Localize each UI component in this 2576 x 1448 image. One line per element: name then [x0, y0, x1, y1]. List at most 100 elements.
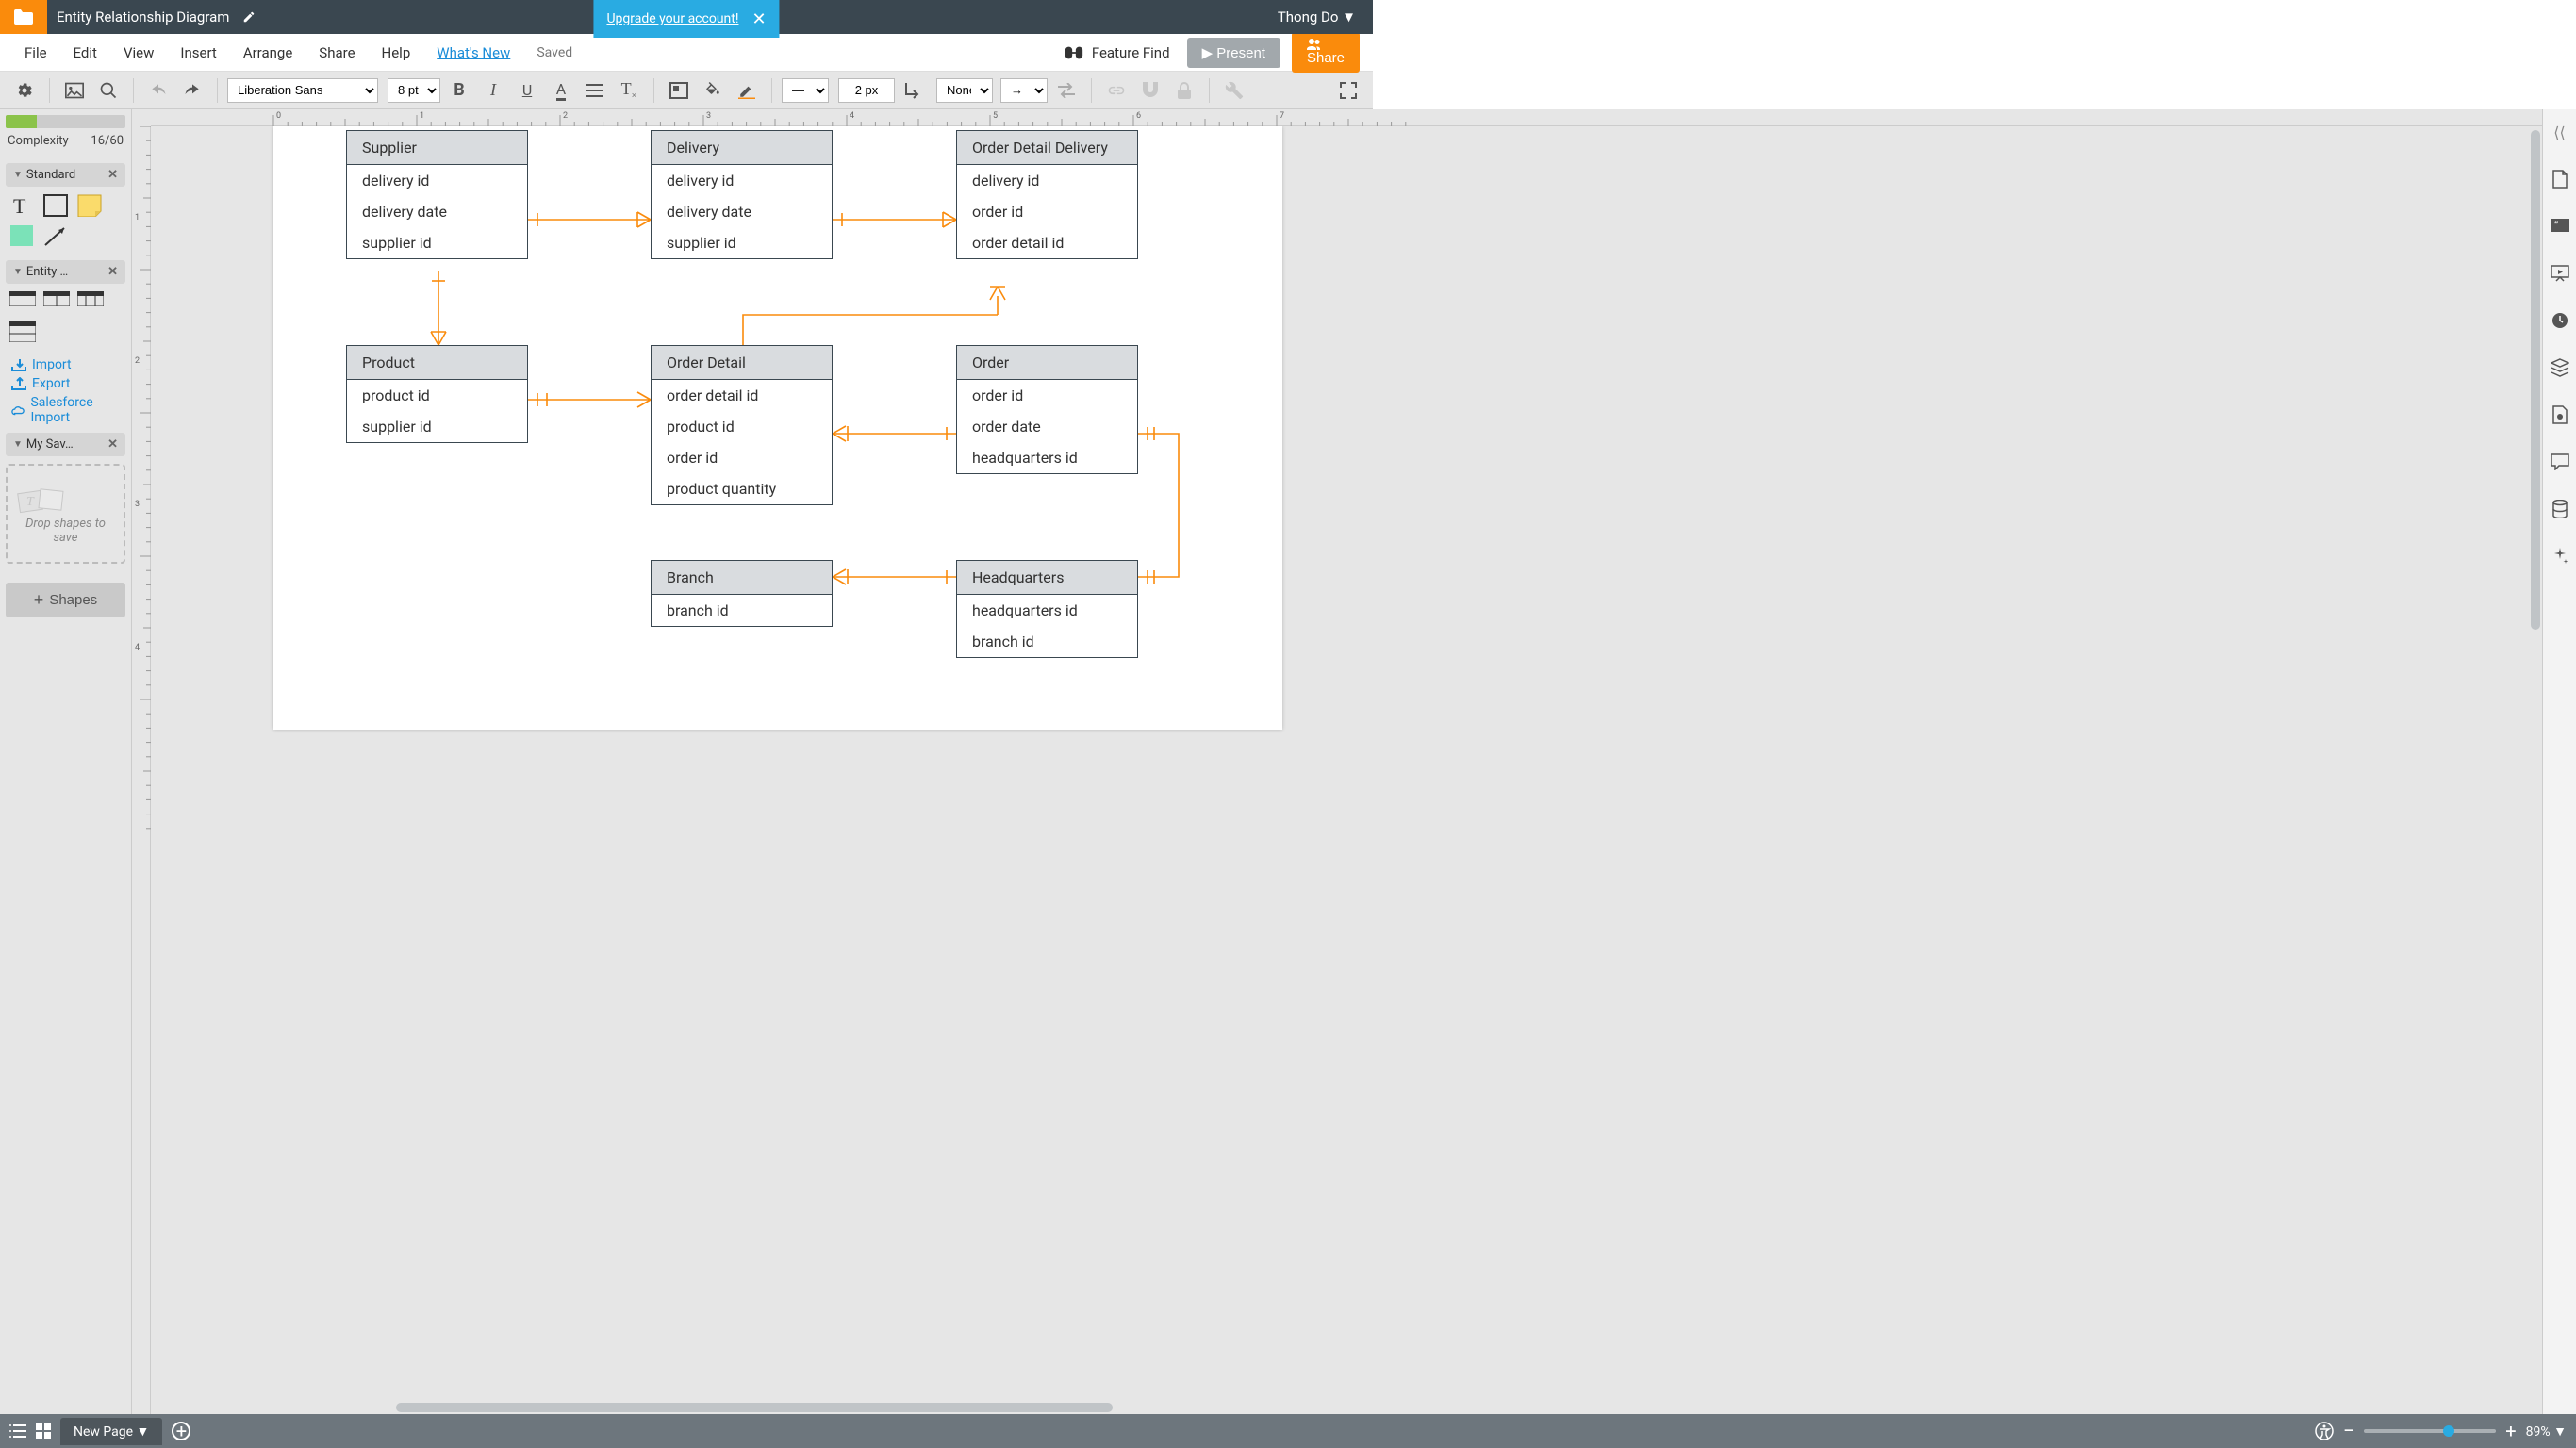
- redo-icon[interactable]: [177, 75, 207, 106]
- entity-field[interactable]: headquarters id: [957, 442, 1137, 473]
- menu-insert[interactable]: Insert: [169, 41, 227, 65]
- scrollbar-vertical[interactable]: [2531, 130, 2540, 630]
- search-icon[interactable]: [93, 75, 124, 106]
- document-title[interactable]: Entity Relationship Diagram: [47, 8, 239, 25]
- page-surface[interactable]: Supplier delivery id delivery date suppl…: [273, 126, 1282, 730]
- zoom-in-button[interactable]: +: [2505, 1420, 2516, 1442]
- note-shape-icon[interactable]: [77, 194, 104, 217]
- lock-icon[interactable]: [1169, 75, 1199, 106]
- master-page-icon[interactable]: [2543, 398, 2576, 432]
- entity-header[interactable]: Product: [347, 346, 527, 380]
- magnet-icon[interactable]: [1135, 75, 1165, 106]
- entity-field[interactable]: supplier id: [347, 227, 527, 258]
- italic-button[interactable]: I: [478, 75, 508, 106]
- bold-button[interactable]: B: [444, 75, 474, 106]
- entity-field[interactable]: delivery date: [652, 196, 832, 227]
- data-icon[interactable]: [2543, 492, 2576, 526]
- entity-field[interactable]: product id: [652, 411, 832, 442]
- add-page-button[interactable]: +: [172, 1422, 190, 1440]
- saved-shapes-dropzone[interactable]: T Drop shapes to save: [6, 464, 125, 564]
- table4-icon[interactable]: [9, 321, 36, 344]
- import-link[interactable]: Import: [11, 355, 125, 374]
- entity-order[interactable]: Order order id order date headquarters i…: [956, 345, 1138, 474]
- underline-button[interactable]: U: [512, 75, 542, 106]
- link-icon[interactable]: [1101, 75, 1131, 106]
- menu-help[interactable]: Help: [371, 41, 422, 65]
- table3-icon[interactable]: [77, 291, 104, 314]
- page-icon[interactable]: [2543, 162, 2576, 196]
- arrow-shape-icon[interactable]: [43, 224, 70, 247]
- font-size-select[interactable]: 8 pt: [388, 78, 440, 103]
- menu-arrange[interactable]: Arrange: [232, 41, 304, 65]
- close-icon[interactable]: ✕: [107, 265, 118, 279]
- text-color-button[interactable]: A: [546, 75, 576, 106]
- align-button[interactable]: [580, 75, 610, 106]
- upgrade-link[interactable]: Upgrade your account!: [606, 11, 738, 26]
- menu-whats-new[interactable]: What's New: [425, 41, 521, 65]
- comment-quote-icon[interactable]: ”: [2543, 209, 2576, 243]
- table1-icon[interactable]: [9, 291, 36, 314]
- entity-field[interactable]: order detail id: [957, 227, 1137, 258]
- menu-edit[interactable]: Edit: [62, 41, 108, 65]
- swap-ends-icon[interactable]: [1051, 75, 1082, 106]
- entity-field[interactable]: product quantity: [652, 473, 832, 504]
- entity-field[interactable]: headquarters id: [957, 595, 1137, 626]
- entity-product[interactable]: Product product id supplier id: [346, 345, 528, 443]
- edit-title-icon[interactable]: [242, 10, 256, 24]
- menu-file[interactable]: File: [13, 41, 58, 65]
- undo-icon[interactable]: [143, 75, 173, 106]
- line-shape-button[interactable]: [899, 75, 929, 106]
- menu-view[interactable]: View: [112, 41, 165, 65]
- close-icon[interactable]: ✕: [107, 437, 118, 452]
- presentation-icon[interactable]: [2543, 256, 2576, 290]
- font-select[interactable]: Liberation Sans: [227, 78, 378, 103]
- stroke-width-input[interactable]: [838, 78, 895, 103]
- settings-icon[interactable]: [9, 75, 40, 106]
- fill-rect-shape-icon[interactable]: [9, 224, 36, 247]
- scrollbar-horizontal[interactable]: [396, 1403, 1113, 1412]
- entity-field[interactable]: order date: [957, 411, 1137, 442]
- shapes-button[interactable]: + Shapes: [6, 583, 125, 617]
- close-banner-icon[interactable]: ✕: [751, 9, 766, 29]
- entity-header[interactable]: Delivery: [652, 131, 832, 165]
- text-shape-icon[interactable]: T: [9, 194, 36, 217]
- zoom-out-button[interactable]: −: [2343, 1420, 2355, 1443]
- entity-header[interactable]: Order: [957, 346, 1137, 380]
- group-standard[interactable]: ▼Standard✕: [6, 163, 125, 187]
- entity-field[interactable]: delivery id: [652, 165, 832, 196]
- entity-header[interactable]: Supplier: [347, 131, 527, 165]
- zoom-percent[interactable]: 89% ▼: [2526, 1423, 2567, 1440]
- collapse-dock-icon[interactable]: ⟨⟨: [2543, 115, 2576, 149]
- entity-order-detail-delivery[interactable]: Order Detail Delivery delivery id order …: [956, 130, 1138, 259]
- entity-field[interactable]: supplier id: [347, 411, 527, 442]
- fill-color-button[interactable]: [698, 75, 728, 106]
- entity-delivery[interactable]: Delivery delivery id delivery date suppl…: [651, 130, 833, 259]
- entity-field[interactable]: branch id: [957, 626, 1137, 657]
- entity-header[interactable]: Branch: [652, 561, 832, 595]
- entity-field[interactable]: order detail id: [652, 380, 832, 411]
- entity-order-detail[interactable]: Order Detail order detail id product id …: [651, 345, 833, 505]
- app-home-icon[interactable]: [0, 0, 47, 34]
- group-mysaved[interactable]: ▼My Sav…✕: [6, 433, 125, 456]
- feature-find[interactable]: Feature Find: [1064, 44, 1170, 61]
- entity-header[interactable]: Order Detail: [652, 346, 832, 380]
- chat-icon[interactable]: [2543, 445, 2576, 479]
- shape-fill-button[interactable]: [664, 75, 694, 106]
- entity-headquarters[interactable]: Headquarters headquarters id branch id: [956, 560, 1138, 658]
- entity-field[interactable]: delivery id: [347, 165, 527, 196]
- entity-supplier[interactable]: Supplier delivery id delivery date suppl…: [346, 130, 528, 259]
- image-icon[interactable]: [59, 75, 90, 106]
- close-icon[interactable]: ✕: [107, 168, 118, 182]
- arrow-select[interactable]: →: [1000, 78, 1048, 103]
- entity-field[interactable]: order id: [957, 196, 1137, 227]
- entity-field[interactable]: delivery date: [347, 196, 527, 227]
- entity-field[interactable]: order id: [652, 442, 832, 473]
- accessibility-icon[interactable]: [2315, 1422, 2334, 1440]
- group-entity[interactable]: ▼Entity …✕: [6, 260, 125, 284]
- zoom-slider[interactable]: [2364, 1429, 2496, 1433]
- grid-view-icon[interactable]: [36, 1423, 51, 1439]
- canvas[interactable]: Supplier delivery id delivery date suppl…: [151, 126, 2542, 1414]
- menu-share[interactable]: Share: [307, 41, 366, 65]
- user-menu[interactable]: Thong Do ▼: [1261, 8, 1373, 25]
- entity-header[interactable]: Headquarters: [957, 561, 1137, 595]
